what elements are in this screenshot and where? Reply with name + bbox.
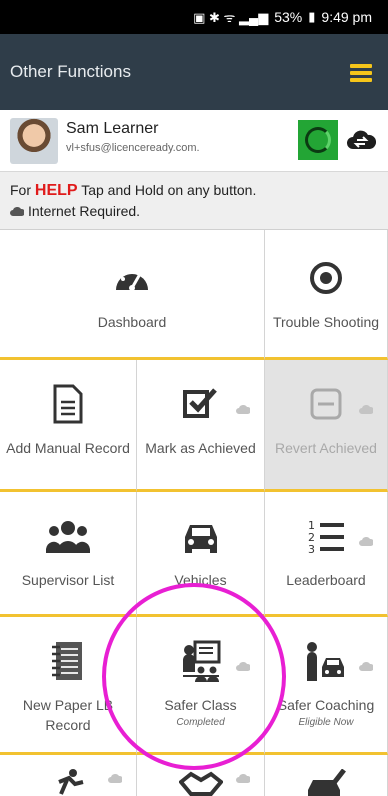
- new-paper-lb-record-button[interactable]: New Paper LB Record: [0, 617, 137, 755]
- gauge-icon: [112, 256, 152, 300]
- handshake-icon: [178, 769, 223, 796]
- cloud-icon: [359, 537, 373, 546]
- cloud-icon: [359, 405, 373, 414]
- cloud-icon: [359, 662, 373, 671]
- safer-class-button[interactable]: Safer Class Completed: [137, 617, 265, 755]
- loading-spinner-icon: [305, 127, 331, 153]
- tile-label: Leaderboard: [286, 572, 366, 588]
- tile-label: Add Manual Record: [6, 440, 130, 456]
- help-banner: For HELP Tap and Hold on any button. Int…: [0, 172, 388, 230]
- menu-icon[interactable]: [350, 64, 372, 82]
- ordered-list-icon: 123: [306, 514, 346, 558]
- vehicles-button[interactable]: Vehicles: [137, 492, 265, 617]
- tile-label: Revert Achieved: [275, 440, 377, 456]
- page-title: Other Functions: [10, 62, 131, 81]
- checkbox-icon: [181, 382, 221, 426]
- svg-text:3: 3: [308, 543, 315, 554]
- battery-level: 53%: [274, 9, 303, 25]
- battery-icon: ▮: [308, 9, 316, 24]
- row5-tile-2[interactable]: [137, 755, 265, 796]
- avatar: [10, 118, 58, 164]
- document-icon: [53, 382, 83, 426]
- car-icon: [179, 514, 223, 558]
- tile-label: Mark as Achieved: [145, 440, 256, 456]
- help-text: Tap and Hold on any button.: [81, 182, 257, 198]
- target-icon: [309, 256, 343, 300]
- supervisor-list-button[interactable]: Supervisor List: [0, 492, 137, 617]
- status-icons: ▣ ✱ ᯤ ▂▄▆: [193, 10, 269, 25]
- sync-button[interactable]: [298, 120, 338, 160]
- coaching-icon: [304, 639, 348, 683]
- cloud-sync-icon[interactable]: [346, 128, 376, 152]
- cloud-icon: [108, 774, 122, 783]
- status-bar: ▣ ✱ ᯤ ▂▄▆ 53% ▮ 9:49 pm: [0, 0, 388, 34]
- user-email: vl+sfus@licenceready.com.: [66, 142, 200, 154]
- cloud-icon: [10, 207, 24, 216]
- add-manual-record-button[interactable]: Add Manual Record: [0, 360, 137, 492]
- tile-label: Supervisor List: [21, 572, 115, 588]
- mark-as-achieved-button[interactable]: Mark as Achieved: [137, 360, 265, 492]
- user-name: Sam Learner: [66, 120, 159, 137]
- minus-box-icon: [309, 382, 343, 426]
- user-bar: Sam Learner vl+sfus@licenceready.com.: [0, 110, 388, 172]
- group-icon: [45, 514, 91, 558]
- leaderboard-button[interactable]: 123 Leaderboard: [265, 492, 388, 617]
- trouble-shooting-button[interactable]: Trouble Shooting: [265, 230, 388, 360]
- tile-label: Safer Class: [164, 697, 237, 713]
- tile-label: Dashboard: [97, 314, 167, 330]
- row5-tile-1[interactable]: [0, 755, 137, 796]
- dashboard-button[interactable]: Dashboard: [0, 230, 265, 360]
- tile-label: Trouble Shooting: [272, 314, 380, 330]
- notebook-icon: [50, 639, 86, 683]
- cloud-icon: [236, 662, 250, 671]
- runner-icon: [51, 769, 85, 796]
- tile-label: Safer Coaching: [277, 697, 375, 713]
- function-grid: Dashboard Trouble Shooting Add Manual Re…: [0, 230, 388, 796]
- safer-coaching-button[interactable]: Safer Coaching Eligible Now: [265, 617, 388, 755]
- cloud-icon: [236, 774, 250, 783]
- row5-tile-3[interactable]: [265, 755, 388, 796]
- app-bar: Other Functions: [0, 34, 388, 110]
- cloud-icon: [236, 405, 250, 414]
- classroom-icon: [181, 639, 221, 683]
- internet-note: Internet Required.: [28, 203, 141, 219]
- car-check-icon: [304, 769, 348, 796]
- help-highlight: HELP: [34, 182, 78, 199]
- tile-status: Completed: [176, 717, 225, 728]
- tile-label: Vehicles: [174, 572, 227, 588]
- revert-achieved-button[interactable]: Revert Achieved: [265, 360, 388, 492]
- clock: 9:49 pm: [321, 9, 372, 25]
- help-prefix: For: [10, 182, 31, 198]
- tile-label: New Paper LB Record: [22, 697, 114, 733]
- tile-status: Eligible Now: [298, 717, 354, 728]
